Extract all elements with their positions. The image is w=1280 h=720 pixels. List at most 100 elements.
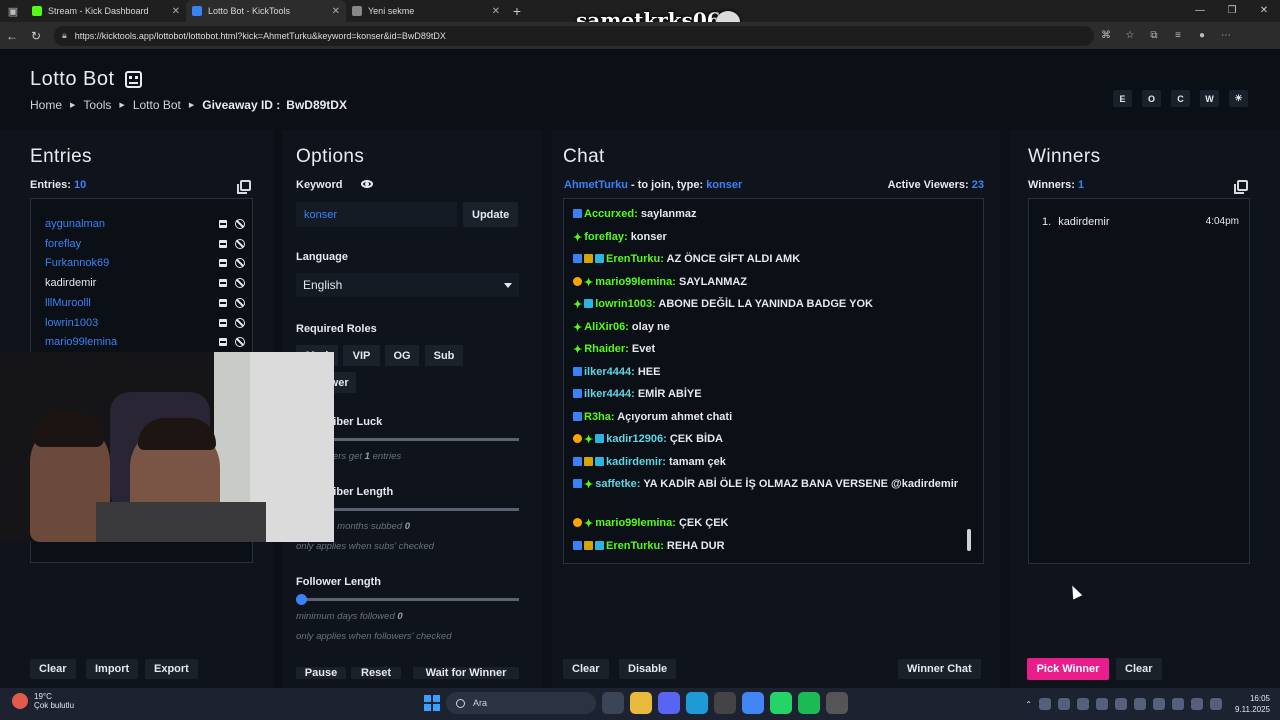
tray-icon[interactable] — [1134, 698, 1146, 710]
tray-icon[interactable] — [1039, 698, 1051, 710]
collections-icon[interactable]: ≡ — [1166, 30, 1190, 41]
import-button[interactable]: Import — [86, 659, 139, 679]
entries-clear-button[interactable]: Clear — [30, 659, 76, 679]
entry-name[interactable]: mario99lemina — [45, 336, 219, 348]
app-icon[interactable] — [826, 692, 848, 714]
tray-icon[interactable] — [1077, 698, 1089, 710]
wifi-icon[interactable] — [1172, 698, 1184, 710]
update-button[interactable]: Update — [463, 202, 519, 227]
breadcrumb-lotto-bot[interactable]: Lotto Bot — [133, 98, 181, 112]
theme-toggle-button[interactable]: ☀ — [1229, 90, 1248, 107]
chat-username[interactable]: R3ha: — [584, 411, 615, 423]
chat-username[interactable]: AliXir06: — [584, 321, 629, 333]
role-og-button[interactable]: OG — [385, 345, 419, 366]
profile-icon[interactable]: ● — [1190, 30, 1214, 41]
eye-icon[interactable] — [361, 180, 373, 188]
discord-icon[interactable] — [658, 692, 680, 714]
entry-name[interactable]: Furkannok69 — [45, 257, 219, 269]
tray-icon[interactable] — [1115, 698, 1127, 710]
slider-knob[interactable] — [296, 594, 307, 605]
role-sub-button[interactable]: Sub — [425, 345, 463, 366]
task-view-icon[interactable] — [602, 692, 624, 714]
url-field[interactable]: 🔒︎ https://kicktools.app/lottobot/lottob… — [54, 25, 1094, 46]
wait-for-winner-button[interactable]: Wait for Winner — [413, 667, 519, 679]
breadcrumb-home[interactable]: Home — [30, 98, 62, 112]
tray-icon[interactable] — [1096, 698, 1108, 710]
copy-icon[interactable] — [1234, 180, 1248, 194]
remove-entry-icon[interactable] — [219, 239, 227, 248]
weather-widget[interactable]: 19°C Çok bulutlu — [12, 692, 74, 710]
tray-icon[interactable] — [1058, 698, 1070, 710]
window-close-icon[interactable]: ✕ — [1248, 0, 1280, 22]
remove-entry-icon[interactable] — [219, 220, 227, 228]
remove-entry-icon[interactable] — [219, 298, 227, 307]
remove-entry-icon[interactable] — [219, 259, 227, 268]
winner-chat-button[interactable]: Winner Chat — [898, 659, 981, 679]
favorite-icon[interactable]: ☆ — [1118, 30, 1142, 41]
ban-icon[interactable] — [235, 278, 245, 289]
ban-icon[interactable] — [235, 337, 245, 348]
chat-username[interactable]: kadir12906: — [606, 433, 667, 445]
clock[interactable]: 16:05 9.11.2025 — [1235, 693, 1270, 715]
copy-icon[interactable] — [237, 180, 251, 194]
chrome-icon[interactable] — [742, 692, 764, 714]
toggle-o-button[interactable]: O — [1142, 90, 1161, 107]
keyword-input[interactable]: konser — [296, 202, 457, 227]
toggle-e-button[interactable]: E — [1113, 90, 1132, 107]
minimize-icon[interactable]: — — [1184, 0, 1216, 22]
chat-username[interactable]: Accurxed: — [584, 208, 638, 220]
winner-name[interactable]: kadirdemir — [1058, 216, 1205, 228]
battery-icon[interactable] — [1210, 698, 1222, 710]
ban-icon[interactable] — [235, 258, 245, 269]
chat-username[interactable]: saffetke: — [595, 478, 640, 490]
role-vip-button[interactable]: VIP — [343, 345, 380, 366]
chat-username[interactable]: foreflay: — [584, 231, 627, 243]
new-tab-button[interactable]: + — [506, 3, 528, 19]
entry-name[interactable]: aygunalman — [45, 218, 219, 230]
edge-icon[interactable] — [686, 692, 708, 714]
menu-icon[interactable]: ⋯ — [1214, 30, 1238, 41]
windows-start-icon[interactable] — [424, 695, 440, 711]
winners-clear-button[interactable]: Clear — [1116, 658, 1162, 680]
settings-icon[interactable] — [714, 692, 736, 714]
remove-entry-icon[interactable] — [219, 338, 227, 347]
ban-icon[interactable] — [235, 297, 245, 308]
remove-entry-icon[interactable] — [219, 318, 227, 327]
chat-username[interactable]: ilker4444: — [584, 366, 635, 378]
pick-winner-button[interactable]: Pick Winner — [1027, 658, 1109, 680]
ban-icon[interactable] — [235, 238, 245, 249]
remove-entry-icon[interactable] — [219, 279, 227, 288]
entry-name[interactable]: lllMuroolll — [45, 297, 219, 309]
volume-icon[interactable] — [1191, 698, 1203, 710]
close-icon[interactable]: ✕ — [332, 6, 340, 17]
chat-log[interactable]: Accurxed: saylanmaz ✦ foreflay: konser Eren… — [563, 198, 984, 564]
whatsapp-icon[interactable] — [770, 692, 792, 714]
reset-button[interactable]: Reset — [351, 667, 401, 679]
taskbar-search[interactable]: Ara — [446, 692, 596, 714]
entry-name[interactable]: kadirdemir — [45, 277, 219, 289]
back-icon[interactable]: ← — [0, 29, 24, 43]
chat-username[interactable]: kadirdemir: — [606, 456, 666, 468]
ban-icon[interactable] — [235, 219, 245, 229]
toggle-c-button[interactable]: C — [1171, 90, 1190, 107]
translate-icon[interactable]: ⌘ — [1094, 30, 1118, 41]
chat-username[interactable]: mario99lemina: — [595, 276, 676, 288]
maximize-icon[interactable]: ❐ — [1216, 0, 1248, 22]
chat-username[interactable]: ErenTurku: — [606, 540, 664, 552]
chat-clear-button[interactable]: Clear — [563, 659, 609, 679]
close-icon[interactable]: ✕ — [492, 6, 500, 17]
language-select[interactable]: English — [296, 273, 519, 297]
file-explorer-icon[interactable] — [630, 692, 652, 714]
chat-username[interactable]: Rhaider: — [584, 343, 629, 355]
chat-username[interactable]: ilker4444: — [584, 388, 635, 400]
chat-username[interactable]: lowrin1003: — [595, 298, 656, 310]
chevron-up-icon[interactable]: ⌃ — [1025, 700, 1032, 709]
ban-icon[interactable] — [235, 317, 245, 328]
tab-new[interactable]: Yeni sekme ✕ — [346, 0, 506, 22]
spotify-icon[interactable] — [798, 692, 820, 714]
toggle-w-button[interactable]: W — [1200, 90, 1219, 107]
tab-actions-icon[interactable]: ▣ — [0, 0, 26, 22]
entry-name[interactable]: foreflay — [45, 238, 219, 250]
tab-kick-dashboard[interactable]: Stream - Kick Dashboard ✕ — [26, 0, 186, 22]
close-icon[interactable]: ✕ — [172, 6, 180, 17]
